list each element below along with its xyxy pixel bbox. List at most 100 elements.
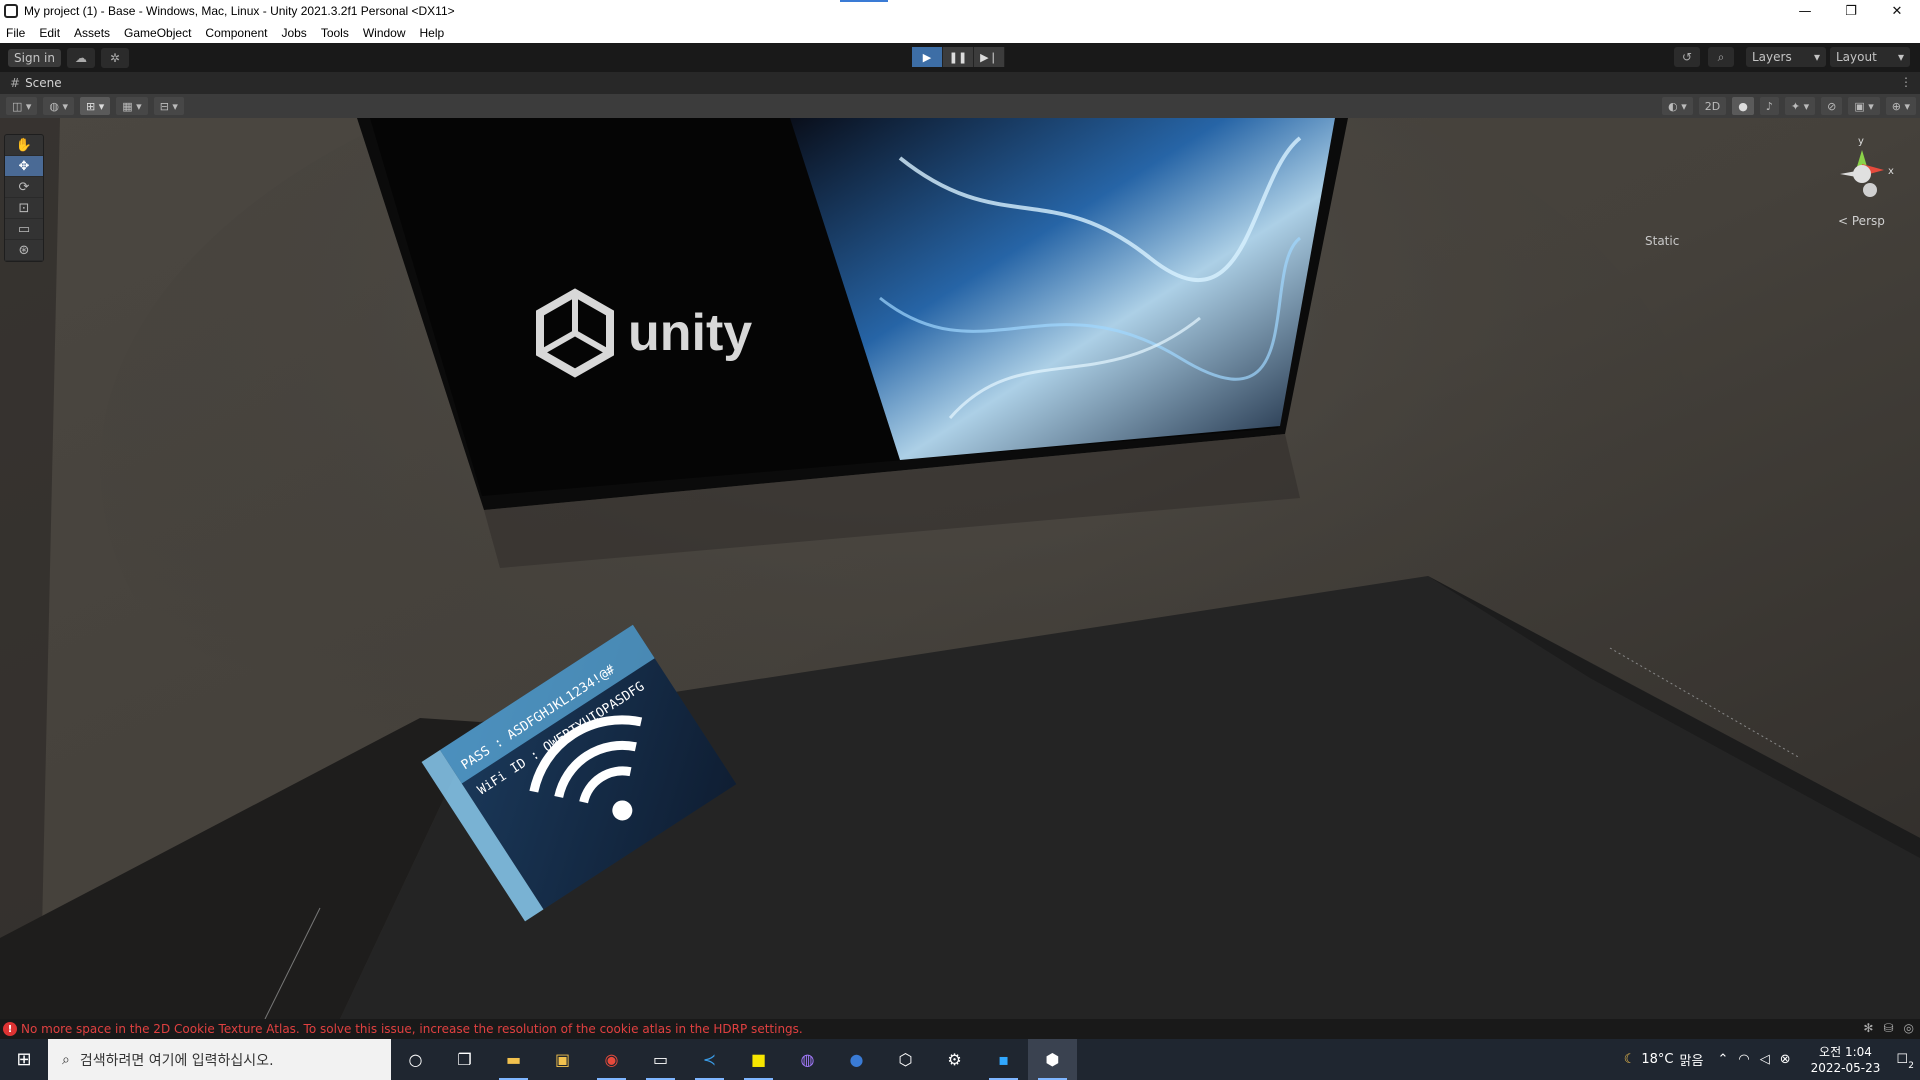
toolbar-right: ↺ ⌕ Layers ▾ Layout ▾: [1674, 47, 1910, 67]
scene-toolbar-right: ◐ ▾ 2D ● ♪ ✦ ▾ ⊘ ▣ ▾ ⊕ ▾: [1656, 97, 1916, 115]
menu-assets[interactable]: Assets: [74, 26, 110, 40]
menu-component[interactable]: Component: [205, 26, 267, 40]
taskbar-search-box[interactable]: ⌕ 검색하려면 여기에 입력하십시오.: [48, 1039, 391, 1080]
pause-button[interactable]: ❚❚: [943, 47, 974, 67]
gizmos-dropdown[interactable]: ⊕ ▾: [1885, 97, 1916, 115]
photoshop-icon[interactable]: ▪: [979, 1039, 1028, 1080]
render-mode-dropdown[interactable]: ◍ ▾: [43, 97, 75, 115]
gizmo-y-label: y: [1858, 136, 1864, 147]
tab-scene-label: Scene: [25, 76, 62, 90]
window-title: My project (1) - Base - Windows, Mac, Li…: [24, 4, 455, 18]
chevron-down-icon: ▾: [1897, 50, 1904, 64]
sourcetree-icon[interactable]: ●: [832, 1039, 881, 1080]
snap-increment-dropdown[interactable]: ⊟ ▾: [153, 97, 184, 115]
notification-center-icon[interactable]: ☐ 2: [1896, 1052, 1914, 1071]
layout-dropdown[interactable]: Layout ▾: [1830, 47, 1910, 67]
scene-render: unity WiFi ID : QWERTYUIOPASDFG PASS : A…: [0, 118, 1920, 1019]
moon-icon: ☾: [1623, 1052, 1636, 1067]
perspective-toggle[interactable]: < Persp: [1838, 214, 1885, 228]
search-icon[interactable]: ⌕: [1708, 47, 1734, 67]
notification-count: 2: [1908, 1061, 1914, 1071]
status-error-message[interactable]: No more space in the 2D Cookie Texture A…: [21, 1022, 803, 1036]
settings-icon[interactable]: ⚙: [930, 1039, 979, 1080]
collab-icon[interactable]: ✲: [100, 47, 129, 68]
progress-icon[interactable]: ⛁: [1883, 1021, 1893, 1035]
hidden-objects-icon[interactable]: ⊘: [1821, 97, 1843, 115]
file-explorer-icon[interactable]: ▬: [489, 1039, 538, 1080]
scene-viewport[interactable]: unity WiFi ID : QWERTYUIOPASDFG PASS : A…: [0, 118, 1920, 1019]
minimize-button[interactable]: —: [1782, 0, 1828, 22]
step-button[interactable]: ▶❘: [974, 47, 1005, 67]
sign-in-button[interactable]: Sign in: [8, 48, 61, 67]
effects-dropdown[interactable]: ✦ ▾: [1784, 97, 1816, 115]
play-button[interactable]: ▶: [912, 47, 943, 67]
start-button[interactable]: ⊞: [0, 1039, 48, 1080]
task-view-icon[interactable]: ❐: [440, 1039, 489, 1080]
draw-mode-dropdown[interactable]: ◫ ▾: [6, 97, 38, 115]
scene-view-toolbar: ◫ ▾ ◍ ▾ ⊞ ▾ ▦ ▾ ⊟ ▾ ◐ ▾ 2D ● ♪ ✦ ▾ ⊘ ▣ ▾…: [0, 94, 1920, 118]
status-icons: ✻ ⛁ ◎: [1863, 1021, 1914, 1035]
cache-icon[interactable]: ◎: [1904, 1021, 1914, 1035]
kakaotalk-icon[interactable]: ■: [734, 1039, 783, 1080]
chevron-up-icon[interactable]: ⌃: [1717, 1052, 1728, 1067]
network-icon[interactable]: ◠: [1738, 1052, 1749, 1067]
chrome-icon[interactable]: ◉: [587, 1039, 636, 1080]
title-accent: [840, 0, 888, 2]
window-title-bar: My project (1) - Base - Windows, Mac, Li…: [0, 0, 1920, 22]
layout-label: Layout: [1836, 50, 1877, 64]
camera-settings-dropdown[interactable]: ▣ ▾: [1848, 97, 1880, 115]
terminal-icon[interactable]: ▭: [636, 1039, 685, 1080]
rotate-tool-icon[interactable]: ⟳: [5, 177, 43, 198]
unity-hub-icon[interactable]: ⬡: [881, 1039, 930, 1080]
screen-logo-text: unity: [628, 304, 752, 362]
play-controls: ▶ ❚❚ ▶❘: [912, 47, 1005, 67]
weather-temp: 18°C: [1641, 1052, 1674, 1067]
clock[interactable]: 오전 1:04 2022-05-23: [1811, 1044, 1881, 1076]
layers-label: Layers: [1752, 50, 1792, 64]
undo-history-icon[interactable]: ↺: [1674, 47, 1700, 67]
weather-desc: 맑음: [1679, 1054, 1704, 1069]
scene-tab-bar: # Scene ⋮: [0, 72, 1920, 94]
grid-icon: #: [10, 76, 21, 90]
maximize-button[interactable]: ❐: [1828, 0, 1874, 22]
more-options-icon[interactable]: ⋮: [1900, 75, 1912, 89]
vscode-icon[interactable]: ≺: [685, 1039, 734, 1080]
menu-gameobject[interactable]: GameObject: [124, 26, 191, 40]
scale-tool-icon[interactable]: ⊡: [5, 198, 43, 219]
audio-toggle-icon[interactable]: ♪: [1759, 97, 1779, 115]
cloud-icon[interactable]: ☁: [66, 47, 95, 68]
rect-tool-icon[interactable]: ▭: [5, 219, 43, 240]
menu-jobs[interactable]: Jobs: [281, 26, 306, 40]
input-method-icon[interactable]: ⊗: [1780, 1052, 1791, 1067]
grid-visibility-toggle[interactable]: ▦ ▾: [116, 97, 148, 115]
unity-app-icon: [4, 4, 18, 18]
move-tool-icon[interactable]: ✥: [5, 156, 43, 177]
hand-tool-icon[interactable]: ✋: [5, 135, 43, 156]
close-button[interactable]: ✕: [1874, 0, 1920, 22]
volume-icon[interactable]: ◁: [1760, 1052, 1770, 1067]
menu-window[interactable]: Window: [363, 26, 406, 40]
unity-editor-icon[interactable]: ⬢: [1028, 1039, 1077, 1080]
github-desktop-icon[interactable]: ◍: [783, 1039, 832, 1080]
menu-edit[interactable]: Edit: [39, 26, 60, 40]
main-toolbar: Sign in ☁ ✲ ▶ ❚❚ ▶❘ ↺ ⌕ Layers ▾ Layout …: [0, 43, 1920, 72]
gizmo-x-label: x: [1888, 166, 1894, 177]
shading-mode-dropdown[interactable]: ◐ ▾: [1662, 97, 1693, 115]
transform-tool-icon[interactable]: ⊛: [5, 240, 43, 261]
persp-label: Persp: [1851, 214, 1885, 228]
layers-dropdown[interactable]: Layers ▾: [1746, 47, 1826, 67]
clock-time: 오전 1:04: [1819, 1044, 1872, 1059]
menu-bar: File Edit Assets GameObject Component Jo…: [0, 22, 1920, 43]
cortana-icon[interactable]: ○: [391, 1039, 440, 1080]
grid-snap-toggle[interactable]: ⊞ ▾: [80, 97, 111, 115]
debug-icon[interactable]: ✻: [1863, 1021, 1873, 1035]
lighting-toggle-icon[interactable]: ●: [1732, 97, 1754, 115]
menu-tools[interactable]: Tools: [321, 26, 349, 40]
menu-file[interactable]: File: [6, 26, 25, 40]
tab-scene[interactable]: # Scene: [0, 72, 72, 94]
menu-help[interactable]: Help: [420, 26, 445, 40]
weather-widget[interactable]: ☾ 18°C 맑음: [1624, 1050, 1704, 1069]
transform-tools-palette: ✋ ✥ ⟳ ⊡ ▭ ⊛: [4, 134, 44, 262]
store-icon[interactable]: ▣: [538, 1039, 587, 1080]
mode-2d-toggle[interactable]: 2D: [1698, 97, 1727, 115]
